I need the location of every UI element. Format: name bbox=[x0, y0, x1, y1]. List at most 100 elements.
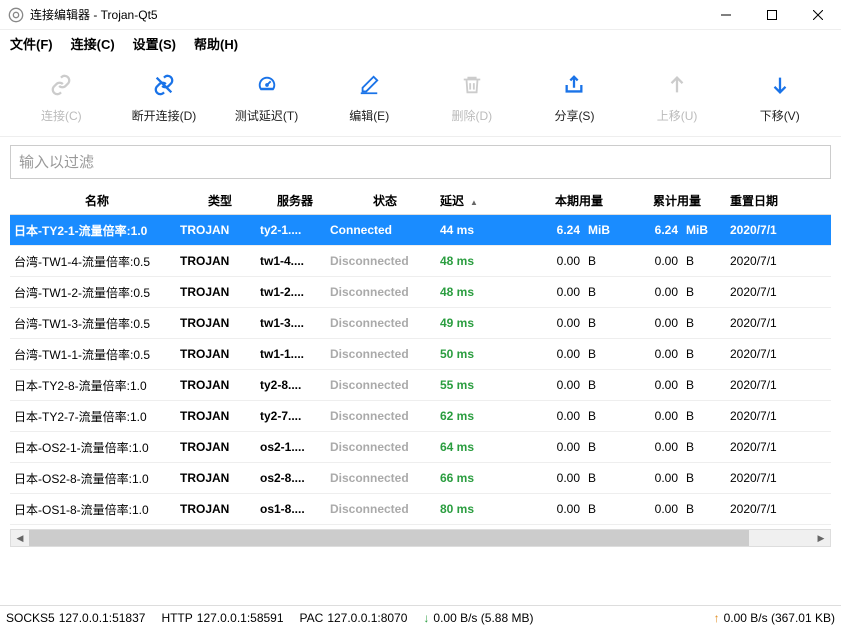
cell-type: TROJAN bbox=[180, 347, 260, 361]
menu-settings[interactable]: 设置(S) bbox=[133, 34, 176, 53]
cell-period-value: 0.00 bbox=[530, 409, 580, 423]
cell-period-value: 0.00 bbox=[530, 285, 580, 299]
cell-status: Disconnected bbox=[330, 378, 440, 392]
statusbar: SOCKS5 127.0.0.1:51837 HTTP 127.0.0.1:58… bbox=[0, 605, 841, 629]
gauge-icon bbox=[256, 74, 278, 99]
cell-total-value: 0.00 bbox=[628, 409, 678, 423]
cell-period-unit: B bbox=[580, 440, 628, 454]
cell-period-value: 0.00 bbox=[530, 378, 580, 392]
cell-latency: 66 ms bbox=[440, 471, 530, 485]
cell-period-value: 0.00 bbox=[530, 471, 580, 485]
cell-reset-date: 2020/7/1 bbox=[726, 471, 806, 485]
download-rate: 0.00 B/s (5.88 MB) bbox=[433, 611, 533, 625]
table-row[interactable]: 日本-TY2-8-流量倍率:1.0TROJANty2-8....Disconne… bbox=[10, 370, 831, 401]
table-row[interactable]: 日本-TY2-7-流量倍率:1.0TROJANty2-7....Disconne… bbox=[10, 401, 831, 432]
table-row[interactable]: 日本-OS2-1-流量倍率:1.0TROJANos2-1....Disconne… bbox=[10, 432, 831, 463]
connect-button[interactable]: 连接(C) bbox=[10, 74, 113, 124]
connect-label: 连接(C) bbox=[41, 107, 82, 124]
col-server[interactable]: 服务器 bbox=[260, 192, 330, 209]
table-row[interactable]: 日本-OS1-7-流量倍率:1.0TROJANos1-7....Disconne… bbox=[10, 525, 831, 527]
cell-name: 台湾-TW1-2-流量倍率:0.5 bbox=[10, 284, 180, 301]
cell-server: tw1-4.... bbox=[260, 254, 330, 268]
cell-period-unit: B bbox=[580, 254, 628, 268]
col-total[interactable]: 累计用量 bbox=[628, 192, 726, 209]
cell-latency: 55 ms bbox=[440, 378, 530, 392]
cell-server: os2-8.... bbox=[260, 471, 330, 485]
cell-status: Disconnected bbox=[330, 502, 440, 516]
toolbar: 连接(C) 断开连接(D) 测试延迟(T) 编辑(E) 删除(D) 分享(S) … bbox=[0, 56, 841, 137]
share-label: 分享(S) bbox=[554, 107, 594, 124]
cell-period-value: 0.00 bbox=[530, 347, 580, 361]
cell-status: Connected bbox=[330, 223, 440, 237]
cell-period-unit: B bbox=[580, 409, 628, 423]
col-period[interactable]: 本期用量 bbox=[530, 192, 628, 209]
cell-type: TROJAN bbox=[180, 316, 260, 330]
upload-rate: 0.00 B/s (367.01 KB) bbox=[724, 611, 835, 625]
scroll-track[interactable] bbox=[29, 530, 812, 546]
disconnect-button[interactable]: 断开连接(D) bbox=[113, 74, 216, 124]
cell-latency: 50 ms bbox=[440, 347, 530, 361]
col-latency[interactable]: 延迟 bbox=[440, 192, 530, 209]
titlebar: 连接编辑器 - Trojan-Qt5 bbox=[0, 0, 841, 30]
table-row[interactable]: 日本-OS2-8-流量倍率:1.0TROJANos2-8....Disconne… bbox=[10, 463, 831, 494]
share-button[interactable]: 分享(S) bbox=[523, 74, 626, 124]
col-type[interactable]: 类型 bbox=[180, 192, 260, 209]
col-status[interactable]: 状态 bbox=[330, 192, 440, 209]
window-title: 连接编辑器 - Trojan-Qt5 bbox=[30, 6, 703, 23]
cell-total-value: 0.00 bbox=[628, 440, 678, 454]
maximize-button[interactable] bbox=[749, 0, 795, 30]
cell-status: Disconnected bbox=[330, 409, 440, 423]
cell-period-unit: B bbox=[580, 347, 628, 361]
horizontal-scrollbar[interactable]: ◀ ▶ bbox=[10, 529, 831, 547]
latency-label: 测试延迟(T) bbox=[235, 107, 298, 124]
app-icon bbox=[8, 7, 24, 23]
cell-period-unit: B bbox=[580, 378, 628, 392]
scroll-right-arrow[interactable]: ▶ bbox=[812, 530, 830, 546]
cell-total-unit: B bbox=[678, 471, 726, 485]
scroll-left-arrow[interactable]: ◀ bbox=[11, 530, 29, 546]
cell-total-unit: B bbox=[678, 502, 726, 516]
cell-reset-date: 2020/7/1 bbox=[726, 316, 806, 330]
edit-button[interactable]: 编辑(E) bbox=[318, 74, 421, 124]
cell-total-unit: MiB bbox=[678, 223, 726, 237]
edit-label: 编辑(E) bbox=[349, 107, 389, 124]
move-down-button[interactable]: 下移(V) bbox=[728, 74, 831, 124]
cell-total-value: 0.00 bbox=[628, 471, 678, 485]
table-row[interactable]: 台湾-TW1-1-流量倍率:0.5TROJANtw1-1....Disconne… bbox=[10, 339, 831, 370]
http-label: HTTP bbox=[161, 611, 192, 625]
share-icon bbox=[563, 74, 585, 99]
cell-latency: 44 ms bbox=[440, 223, 530, 237]
arrow-down-icon bbox=[769, 74, 791, 99]
menu-connect[interactable]: 连接(C) bbox=[71, 34, 115, 53]
cell-latency: 48 ms bbox=[440, 285, 530, 299]
cell-server: os2-1.... bbox=[260, 440, 330, 454]
col-reset[interactable]: 重置日期 bbox=[726, 192, 806, 209]
movedown-label: 下移(V) bbox=[760, 107, 800, 124]
cell-latency: 48 ms bbox=[440, 254, 530, 268]
cell-name: 台湾-TW1-3-流量倍率:0.5 bbox=[10, 315, 180, 332]
minimize-button[interactable] bbox=[703, 0, 749, 30]
test-latency-button[interactable]: 测试延迟(T) bbox=[215, 74, 318, 124]
col-name[interactable]: 名称 bbox=[10, 192, 180, 209]
socks-addr: 127.0.0.1:51837 bbox=[59, 611, 146, 625]
move-up-button[interactable]: 上移(U) bbox=[626, 74, 729, 124]
cell-name: 日本-OS1-8-流量倍率:1.0 bbox=[10, 501, 180, 518]
table-row[interactable]: 台湾-TW1-3-流量倍率:0.5TROJANtw1-3....Disconne… bbox=[10, 308, 831, 339]
table-row[interactable]: 日本-OS1-8-流量倍率:1.0TROJANos1-8....Disconne… bbox=[10, 494, 831, 525]
cell-reset-date: 2020/7/1 bbox=[726, 409, 806, 423]
cell-server: tw1-3.... bbox=[260, 316, 330, 330]
table-row[interactable]: 台湾-TW1-4-流量倍率:0.5TROJANtw1-4....Disconne… bbox=[10, 246, 831, 277]
cell-server: tw1-2.... bbox=[260, 285, 330, 299]
cell-total-unit: B bbox=[678, 316, 726, 330]
filter-input[interactable] bbox=[10, 145, 831, 179]
cell-reset-date: 2020/7/1 bbox=[726, 223, 806, 237]
cell-period-unit: B bbox=[580, 316, 628, 330]
menu-help[interactable]: 帮助(H) bbox=[194, 34, 238, 53]
close-button[interactable] bbox=[795, 0, 841, 30]
pencil-icon bbox=[358, 74, 380, 99]
scroll-thumb[interactable] bbox=[29, 530, 749, 546]
table-row[interactable]: 台湾-TW1-2-流量倍率:0.5TROJANtw1-2....Disconne… bbox=[10, 277, 831, 308]
delete-button[interactable]: 删除(D) bbox=[421, 74, 524, 124]
table-row[interactable]: 日本-TY2-1-流量倍率:1.0TROJANty2-1....Connecte… bbox=[10, 215, 831, 246]
menu-file[interactable]: 文件(F) bbox=[10, 34, 53, 53]
